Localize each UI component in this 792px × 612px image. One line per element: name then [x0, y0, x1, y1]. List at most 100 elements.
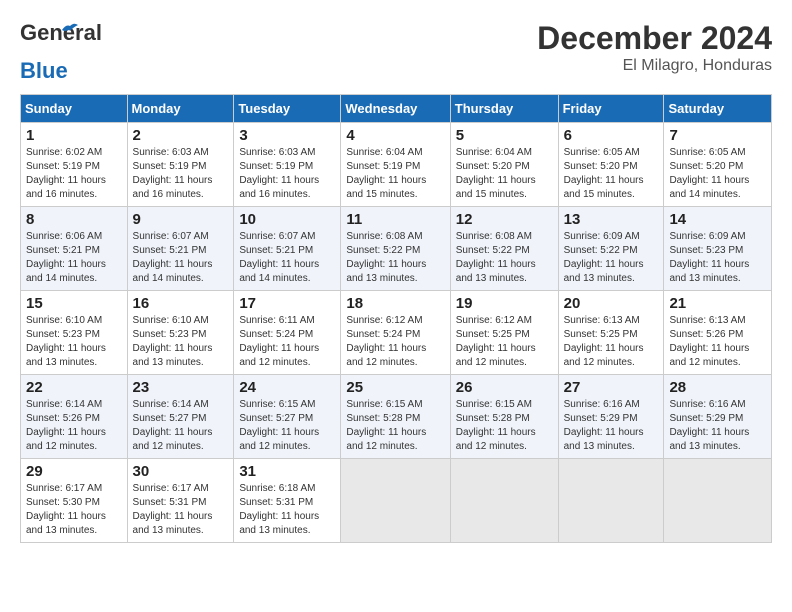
day-info: Sunrise: 6:14 AM Sunset: 5:27 PM Dayligh…: [133, 398, 229, 454]
calendar-cell: 4 Sunrise: 6:04 AM Sunset: 5:19 PM Daylig…: [341, 123, 450, 207]
day-info: Sunrise: 6:09 AM Sunset: 5:23 PM Dayligh…: [669, 230, 766, 286]
calendar-cell: 20 Sunrise: 6:13 AM Sunset: 5:25 PM Dayli…: [558, 291, 664, 375]
day-number: 5: [456, 127, 553, 144]
calendar-cell: 27 Sunrise: 6:16 AM Sunset: 5:29 PM Dayli…: [558, 375, 664, 459]
logo-blue: Blue: [20, 58, 68, 84]
calendar-cell: 30 Sunrise: 6:17 AM Sunset: 5:31 PM Dayli…: [127, 459, 234, 543]
day-info: Sunrise: 6:17 AM Sunset: 5:31 PM Dayligh…: [133, 482, 229, 538]
day-info: Sunrise: 6:02 AM Sunset: 5:19 PM Dayligh…: [26, 146, 122, 202]
day-info: Sunrise: 6:10 AM Sunset: 5:23 PM Dayligh…: [26, 314, 122, 370]
calendar-cell: 14 Sunrise: 6:09 AM Sunset: 5:23 PM Dayli…: [664, 207, 772, 291]
day-info: Sunrise: 6:15 AM Sunset: 5:28 PM Dayligh…: [456, 398, 553, 454]
day-number: 22: [26, 379, 122, 396]
day-number: 17: [239, 295, 335, 312]
calendar-cell: 10 Sunrise: 6:07 AM Sunset: 5:21 PM Dayli…: [234, 207, 341, 291]
calendar-cell: 29 Sunrise: 6:17 AM Sunset: 5:30 PM Dayli…: [21, 459, 128, 543]
day-number: 14: [669, 211, 766, 228]
calendar-week-row: 1 Sunrise: 6:02 AM Sunset: 5:19 PM Daylig…: [21, 123, 772, 207]
day-info: Sunrise: 6:07 AM Sunset: 5:21 PM Dayligh…: [133, 230, 229, 286]
day-info: Sunrise: 6:07 AM Sunset: 5:21 PM Dayligh…: [239, 230, 335, 286]
page-title: December 2024: [537, 20, 772, 57]
day-number: 26: [456, 379, 553, 396]
calendar-cell: 17 Sunrise: 6:11 AM Sunset: 5:24 PM Dayli…: [234, 291, 341, 375]
day-info: Sunrise: 6:04 AM Sunset: 5:20 PM Dayligh…: [456, 146, 553, 202]
calendar-cell: 5 Sunrise: 6:04 AM Sunset: 5:20 PM Daylig…: [450, 123, 558, 207]
day-number: 21: [669, 295, 766, 312]
day-number: 18: [346, 295, 444, 312]
day-info: Sunrise: 6:03 AM Sunset: 5:19 PM Dayligh…: [239, 146, 335, 202]
calendar-cell: 15 Sunrise: 6:10 AM Sunset: 5:23 PM Dayli…: [21, 291, 128, 375]
day-number: 6: [564, 127, 659, 144]
day-number: 27: [564, 379, 659, 396]
day-info: Sunrise: 6:04 AM Sunset: 5:19 PM Dayligh…: [346, 146, 444, 202]
day-number: 16: [133, 295, 229, 312]
calendar-cell: 11 Sunrise: 6:08 AM Sunset: 5:22 PM Dayli…: [341, 207, 450, 291]
day-info: Sunrise: 6:16 AM Sunset: 5:29 PM Dayligh…: [564, 398, 659, 454]
calendar-cell: [558, 459, 664, 543]
day-number: 31: [239, 463, 335, 480]
calendar-cell: 16 Sunrise: 6:10 AM Sunset: 5:23 PM Dayli…: [127, 291, 234, 375]
page-subtitle: El Milagro, Honduras: [537, 57, 772, 75]
calendar-cell: 18Sunrise: 6:12 AM Sunset: 5:24 PM Dayli…: [341, 291, 450, 375]
day-number: 9: [133, 211, 229, 228]
calendar-cell: 8 Sunrise: 6:06 AM Sunset: 5:21 PM Daylig…: [21, 207, 128, 291]
calendar-day-header: Tuesday: [234, 95, 341, 123]
day-number: 10: [239, 211, 335, 228]
day-number: 28: [669, 379, 766, 396]
calendar-cell: 31 Sunrise: 6:18 AM Sunset: 5:31 PM Dayli…: [234, 459, 341, 543]
calendar-day-header: Sunday: [21, 95, 128, 123]
calendar-cell: 23Sunrise: 6:14 AM Sunset: 5:27 PM Dayli…: [127, 375, 234, 459]
calendar-day-header: Friday: [558, 95, 664, 123]
calendar-week-row: 15 Sunrise: 6:10 AM Sunset: 5:23 PM Dayli…: [21, 291, 772, 375]
calendar-cell: [664, 459, 772, 543]
calendar-cell: 22Sunrise: 6:14 AM Sunset: 5:26 PM Dayli…: [21, 375, 128, 459]
calendar-cell: 26 Sunrise: 6:15 AM Sunset: 5:28 PM Dayli…: [450, 375, 558, 459]
day-number: 20: [564, 295, 659, 312]
day-number: 3: [239, 127, 335, 144]
page-header: General Blue December 2024 El Milagro, H…: [20, 20, 772, 84]
day-info: Sunrise: 6:08 AM Sunset: 5:22 PM Dayligh…: [346, 230, 444, 286]
calendar-cell: 19Sunrise: 6:12 AM Sunset: 5:25 PM Dayli…: [450, 291, 558, 375]
day-number: 15: [26, 295, 122, 312]
day-info: Sunrise: 6:10 AM Sunset: 5:23 PM Dayligh…: [133, 314, 229, 370]
day-number: 8: [26, 211, 122, 228]
title-block: December 2024 El Milagro, Honduras: [537, 20, 772, 75]
calendar-cell: 1 Sunrise: 6:02 AM Sunset: 5:19 PM Daylig…: [21, 123, 128, 207]
day-info: Sunrise: 6:13 AM Sunset: 5:25 PM Dayligh…: [564, 314, 659, 370]
calendar-week-row: 22Sunrise: 6:14 AM Sunset: 5:26 PM Dayli…: [21, 375, 772, 459]
day-number: 4: [346, 127, 444, 144]
logo: General Blue: [20, 20, 68, 84]
calendar-cell: 2 Sunrise: 6:03 AM Sunset: 5:19 PM Daylig…: [127, 123, 234, 207]
day-info: Sunrise: 6:15 AM Sunset: 5:28 PM Dayligh…: [346, 398, 444, 454]
day-number: 1: [26, 127, 122, 144]
calendar-week-row: 8 Sunrise: 6:06 AM Sunset: 5:21 PM Daylig…: [21, 207, 772, 291]
day-info: Sunrise: 6:05 AM Sunset: 5:20 PM Dayligh…: [564, 146, 659, 202]
calendar-week-row: 29 Sunrise: 6:17 AM Sunset: 5:30 PM Dayli…: [21, 459, 772, 543]
calendar-header-row: SundayMondayTuesdayWednesdayThursdayFrid…: [21, 95, 772, 123]
day-info: Sunrise: 6:08 AM Sunset: 5:22 PM Dayligh…: [456, 230, 553, 286]
day-info: Sunrise: 6:16 AM Sunset: 5:29 PM Dayligh…: [669, 398, 766, 454]
day-number: 11: [346, 211, 444, 228]
day-info: Sunrise: 6:17 AM Sunset: 5:30 PM Dayligh…: [26, 482, 122, 538]
day-info: Sunrise: 6:18 AM Sunset: 5:31 PM Dayligh…: [239, 482, 335, 538]
day-info: Sunrise: 6:05 AM Sunset: 5:20 PM Dayligh…: [669, 146, 766, 202]
day-number: 12: [456, 211, 553, 228]
calendar-day-header: Thursday: [450, 95, 558, 123]
calendar-cell: 24Sunrise: 6:15 AM Sunset: 5:27 PM Dayli…: [234, 375, 341, 459]
calendar-cell: 7Sunrise: 6:05 AM Sunset: 5:20 PM Daylig…: [664, 123, 772, 207]
calendar-cell: 28 Sunrise: 6:16 AM Sunset: 5:29 PM Dayli…: [664, 375, 772, 459]
day-number: 29: [26, 463, 122, 480]
calendar-cell: [450, 459, 558, 543]
calendar-cell: [341, 459, 450, 543]
day-info: Sunrise: 6:03 AM Sunset: 5:19 PM Dayligh…: [133, 146, 229, 202]
day-info: Sunrise: 6:11 AM Sunset: 5:24 PM Dayligh…: [239, 314, 335, 370]
calendar-cell: 25Sunrise: 6:15 AM Sunset: 5:28 PM Dayli…: [341, 375, 450, 459]
day-number: 2: [133, 127, 229, 144]
day-number: 24: [239, 379, 335, 396]
day-number: 19: [456, 295, 553, 312]
day-info: Sunrise: 6:06 AM Sunset: 5:21 PM Dayligh…: [26, 230, 122, 286]
day-number: 13: [564, 211, 659, 228]
day-info: Sunrise: 6:13 AM Sunset: 5:26 PM Dayligh…: [669, 314, 766, 370]
day-number: 30: [133, 463, 229, 480]
calendar-table: SundayMondayTuesdayWednesdayThursdayFrid…: [20, 94, 772, 543]
